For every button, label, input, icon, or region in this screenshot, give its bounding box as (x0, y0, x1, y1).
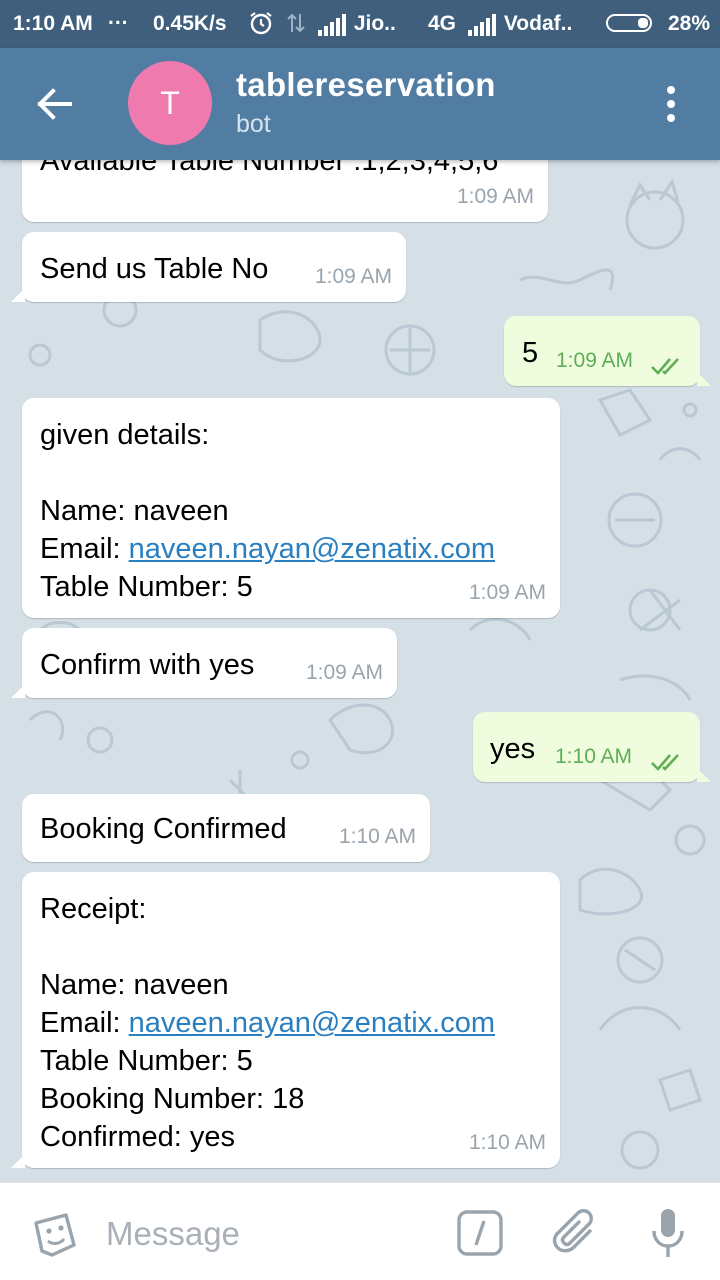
status-network-speed: 0.45K/s (153, 12, 227, 35)
microphone-icon (652, 1209, 684, 1257)
message-text: Send us Table No (40, 253, 269, 285)
signal-icon (468, 14, 496, 36)
bubble-tail (11, 1154, 25, 1168)
double-check-icon (651, 754, 679, 771)
message-line: Table Number: 5 (40, 1045, 253, 1077)
message-input-bar (0, 1182, 720, 1280)
message-outgoing[interactable]: 5 1:09 AM (504, 316, 711, 386)
battery-icon (606, 14, 652, 32)
message-time: 1:10 AM (338, 825, 416, 848)
status-notification-dots: ... (108, 6, 129, 29)
message-input[interactable] (104, 1211, 438, 1257)
battery-percent: 28% (668, 12, 711, 35)
alarm-icon (248, 10, 274, 42)
message-time: 1:09 AM (556, 349, 634, 372)
message-outgoing[interactable]: yes 1:10 AM (473, 712, 711, 782)
data-transfer-icon (285, 10, 307, 42)
message-incoming[interactable]: Booking Confirmed 1:10 AM (22, 794, 430, 862)
more-vertical-icon (667, 86, 675, 94)
message-time: 1:09 AM (468, 581, 546, 604)
bot-commands-button[interactable] (456, 1209, 504, 1257)
bot-command-icon (457, 1210, 503, 1256)
carrier2-name: Vodaf.. (503, 12, 573, 35)
message-line (40, 454, 495, 492)
message-line (40, 928, 495, 966)
status-time: 1:10 AM (13, 12, 93, 35)
paperclip-icon (552, 1209, 593, 1253)
emoji-button[interactable] (28, 1209, 80, 1261)
chat-header: T tablereservation bot (0, 48, 720, 160)
message-line: Receipt: (40, 893, 147, 925)
bubble-tail (697, 372, 711, 386)
message-time: 1:09 AM (314, 265, 392, 288)
message-text: given details: Name: naveen Email: naveen.… (40, 416, 495, 606)
message-list[interactable]: Available Table Number :1,2,3,4,5,6 1:09… (0, 160, 720, 1182)
menu-dot (667, 100, 675, 108)
message-incoming[interactable]: Send us Table No 1:09 AM (11, 232, 406, 302)
arrow-left-icon (37, 88, 72, 120)
status-bar: 1:10 AM ... 0.45K/s Jio.. 4G Vodaf.. 28% (0, 0, 720, 48)
message-line: Name: naveen (40, 969, 229, 1001)
email-label: Email: (40, 533, 129, 565)
message-line: Name: naveen (40, 495, 229, 527)
message-line: given details: (40, 419, 210, 451)
email-link[interactable]: naveen.nayan@zenatix.com (129, 533, 495, 565)
message-text: Booking Confirmed (40, 813, 287, 845)
carrier1-signal: Jio.. (318, 12, 396, 36)
signal-icon (318, 14, 346, 36)
message-line: Booking Number: 18 (40, 1083, 305, 1115)
message-line: Table Number: 5 (40, 571, 253, 603)
carrier2-signal: Vodaf.. (468, 12, 572, 36)
voice-record-button[interactable] (650, 1205, 686, 1261)
sticker-emoji-icon (34, 1213, 76, 1257)
attach-button[interactable] (552, 1207, 600, 1259)
menu-dot (667, 114, 675, 122)
message-incoming[interactable]: Confirm with yes 1:09 AM (11, 628, 397, 698)
email-link[interactable]: naveen.nayan@zenatix.com (129, 1007, 495, 1039)
avatar[interactable]: T (128, 61, 212, 145)
message-incoming[interactable]: Available Table Number :1,2,3,4,5,6 1:09… (22, 160, 548, 222)
back-button[interactable] (30, 82, 78, 126)
message-text: Confirm with yes (40, 649, 255, 681)
message-time: 1:10 AM (468, 1131, 546, 1154)
message-incoming[interactable]: Receipt: Name: naveen Email: naveen.nayan@… (11, 872, 560, 1168)
bubble-tail (11, 288, 25, 302)
bubble-tail (697, 768, 711, 782)
message-incoming[interactable]: given details: Name: naveen Email: naveen.… (22, 398, 560, 618)
message-text: Receipt: Name: naveen Email: naveen.nayan@… (40, 890, 495, 1156)
email-label: Email: (40, 1007, 129, 1039)
more-options-button[interactable] (652, 82, 692, 126)
bubble-tail (11, 684, 25, 698)
message-time: 1:09 AM (456, 185, 534, 208)
chat-status: bot (236, 110, 271, 138)
message-time: 1:09 AM (305, 661, 383, 684)
network-type: 4G (428, 12, 457, 35)
message-text: yes (490, 733, 536, 765)
message-text: Available Table Number :1,2,3,4,5,6 (40, 160, 499, 177)
message-time: 1:10 AM (555, 745, 633, 768)
carrier1-name: Jio.. (353, 12, 396, 35)
message-text: 5 (522, 337, 539, 369)
chat-title[interactable]: tablereservation (236, 66, 496, 104)
double-check-icon (651, 358, 679, 375)
message-line: Confirmed: yes (40, 1121, 236, 1153)
